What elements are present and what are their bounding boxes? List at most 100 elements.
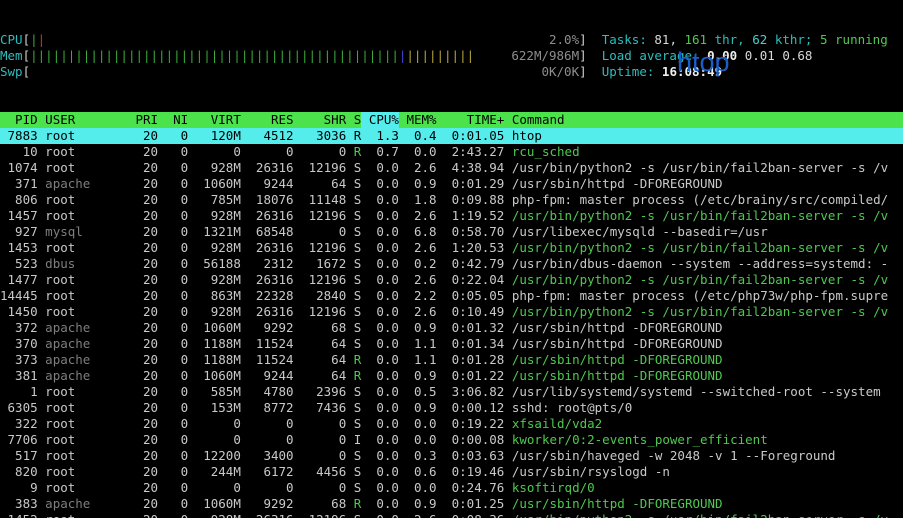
col-state: S: [354, 256, 362, 272]
col-user: root: [45, 464, 135, 480]
col-state: R: [354, 368, 362, 384]
col-pid: 9: [0, 480, 38, 496]
col-command: /usr/bin/python2 -s /usr/bin/fail2ban-se…: [512, 208, 888, 224]
process-row[interactable]: 1074 root 20 0 928M 26316 12196 S 0.0 2.…: [0, 160, 903, 176]
col-pid: 1074: [0, 160, 38, 176]
col-state: S: [354, 320, 362, 336]
col-user: root: [45, 432, 135, 448]
col-command: /usr/sbin/httpd -DFOREGROUND: [512, 352, 723, 368]
process-row[interactable]: 373 apache 20 0 1188M 11524 64 R 0.0 1.1…: [0, 352, 903, 368]
header-col-pid[interactable]: PID: [0, 112, 38, 128]
col-pid: 381: [0, 368, 38, 384]
col-pid: 7706: [0, 432, 38, 448]
col-command: kworker/0:2-events_power_efficient: [512, 432, 768, 448]
col-state: R: [354, 128, 362, 144]
process-row[interactable]: 927 mysql 20 0 1321M 68548 0 S 0.0 6.8 0…: [0, 224, 903, 240]
process-row[interactable]: 14445 root 20 0 863M 22328 2840 S 0.0 2.…: [0, 288, 903, 304]
process-row[interactable]: 372 apache 20 0 1060M 9292 68 S 0.0 0.9 …: [0, 320, 903, 336]
col-command: /usr/bin/dbus-daemon --system --address=…: [512, 256, 888, 272]
cpu-meter-bar: ||2.0%: [30, 32, 579, 48]
header-col-user[interactable]: USER: [45, 112, 135, 128]
col-state: S: [354, 288, 362, 304]
header-col-command[interactable]: Command: [512, 112, 565, 128]
cpu-meter-value: 2.0%: [549, 32, 579, 48]
col-command: htop: [512, 128, 542, 144]
process-row[interactable]: 523 dbus 20 0 56188 2312 1672 S 0.0 0.2 …: [0, 256, 903, 272]
col-command: /usr/lib/systemd/systemd --switched-root…: [512, 384, 881, 400]
col-user: root: [45, 480, 135, 496]
col-pid: 322: [0, 416, 38, 432]
process-row[interactable]: 322 root 20 0 0 0 0 S 0.0 0.0 0:19.22 xf…: [0, 416, 903, 432]
col-state: S: [354, 464, 362, 480]
col-state: R: [354, 496, 362, 512]
col-command: /usr/bin/python2 -s /usr/bin/fail2ban-se…: [512, 240, 888, 256]
process-row[interactable]: 1453 root 20 0 928M 26316 12196 S 0.0 2.…: [0, 240, 903, 256]
swp-meter-value: 0K/0K: [541, 64, 579, 80]
process-row-selected[interactable]: 7883 root 20 0 120M 4512 3036 R 1.3 0.4 …: [0, 128, 903, 144]
process-row[interactable]: 371 apache 20 0 1060M 9244 64 S 0.0 0.9 …: [0, 176, 903, 192]
col-user: root: [45, 160, 135, 176]
mem-meter-value: 622M/986M: [511, 48, 579, 64]
col-user: apache: [45, 336, 135, 352]
meters-panel: CPU[||2.0%] Tasks: 81, 161 thr, 62 kthr;…: [0, 32, 903, 80]
process-row[interactable]: 806 root 20 0 785M 18076 11148 S 0.0 1.8…: [0, 192, 903, 208]
process-row[interactable]: 7706 root 20 0 0 0 0 I 0.0 0.0 0:00.08 k…: [0, 432, 903, 448]
col-user: root: [45, 272, 135, 288]
process-table: PID USER PRI NI VIRT RES SHR S CPU% MEM%…: [0, 112, 903, 518]
col-state: S: [354, 176, 362, 192]
col-pid: 6305: [0, 400, 38, 416]
col-user: root: [45, 288, 135, 304]
col-command: /usr/libexec/mysqld --basedir=/usr: [512, 224, 768, 240]
process-row[interactable]: 1452 root 20 0 928M 26316 12196 S 0.0 2.…: [0, 512, 903, 518]
col-pid: 7883: [0, 128, 38, 144]
col-command: /usr/bin/python2 -s /usr/bin/fail2ban-se…: [512, 304, 888, 320]
col-pid: 371: [0, 176, 38, 192]
col-pid: 372: [0, 320, 38, 336]
col-user: root: [45, 304, 135, 320]
process-row[interactable]: 383 apache 20 0 1060M 9292 68 R 0.0 0.9 …: [0, 496, 903, 512]
process-row[interactable]: 10 root 20 0 0 0 0 R 0.7 0.0 2:43.27 rcu…: [0, 144, 903, 160]
col-state: S: [354, 240, 362, 256]
process-row[interactable]: 370 apache 20 0 1188M 11524 64 S 0.0 1.1…: [0, 336, 903, 352]
col-command: rcu_sched: [512, 144, 580, 160]
process-row[interactable]: 820 root 20 0 244M 6172 4456 S 0.0 0.6 0…: [0, 464, 903, 480]
col-command: php-fpm: master process (/etc/php73w/php…: [512, 288, 888, 304]
process-row[interactable]: 517 root 20 0 12200 3400 0 S 0.0 0.3 0:0…: [0, 448, 903, 464]
col-user: root: [45, 512, 135, 518]
sort-column-cpu[interactable]: CPU%: [361, 112, 399, 128]
process-row[interactable]: 6305 root 20 0 153M 8772 7436 S 0.0 0.9 …: [0, 400, 903, 416]
process-row[interactable]: 9 root 20 0 0 0 0 S 0.0 0.0 0:24.76 ksof…: [0, 480, 903, 496]
col-state: R: [354, 352, 362, 368]
process-row[interactable]: 1 root 20 0 585M 4780 2396 S 0.0 0.5 3:0…: [0, 384, 903, 400]
col-pid: 1450: [0, 304, 38, 320]
swp-meter: Swp[0K/0K] Uptime: 16:08:49: [0, 64, 903, 80]
cpu-meter: CPU[||2.0%] Tasks: 81, 161 thr, 62 kthr;…: [0, 32, 903, 48]
col-command: /usr/sbin/haveged -w 2048 -v 1 --Foregro…: [512, 448, 836, 464]
process-row[interactable]: 1450 root 20 0 928M 26316 12196 S 0.0 2.…: [0, 304, 903, 320]
col-user: mysql: [45, 224, 135, 240]
htop-terminal[interactable]: CPU[||2.0%] Tasks: 81, 161 thr, 62 kthr;…: [0, 0, 903, 518]
col-command: /usr/sbin/httpd -DFOREGROUND: [512, 336, 723, 352]
col-state: I: [354, 432, 362, 448]
col-pid: 383: [0, 496, 38, 512]
col-pid: 806: [0, 192, 38, 208]
col-user: apache: [45, 320, 135, 336]
col-state: S: [354, 304, 362, 320]
col-command: /usr/bin/python2 -s /usr/bin/fail2ban-se…: [512, 160, 888, 176]
col-state: S: [354, 416, 362, 432]
col-state: S: [354, 480, 362, 496]
process-row[interactable]: 1477 root 20 0 928M 26316 12196 S 0.0 2.…: [0, 272, 903, 288]
tasks-summary: Tasks: 81, 161 thr, 62 kthr; 5 running: [602, 32, 888, 48]
header-col-state[interactable]: S: [354, 112, 362, 128]
table-header-row[interactable]: PID USER PRI NI VIRT RES SHR S CPU% MEM%…: [0, 112, 903, 128]
swp-meter-bar: 0K/0K: [30, 64, 579, 80]
mem-meter: Mem[||||||||||||||||||||||||||||||||||||…: [0, 48, 903, 64]
process-row[interactable]: 1457 root 20 0 928M 26316 12196 S 0.0 2.…: [0, 208, 903, 224]
col-pid: 820: [0, 464, 38, 480]
col-state: S: [354, 336, 362, 352]
col-pid: 1457: [0, 208, 38, 224]
process-row[interactable]: 381 apache 20 0 1060M 9244 64 R 0.0 0.9 …: [0, 368, 903, 384]
col-user: root: [45, 384, 135, 400]
col-user: apache: [45, 496, 135, 512]
col-command: /usr/sbin/httpd -DFOREGROUND: [512, 496, 723, 512]
